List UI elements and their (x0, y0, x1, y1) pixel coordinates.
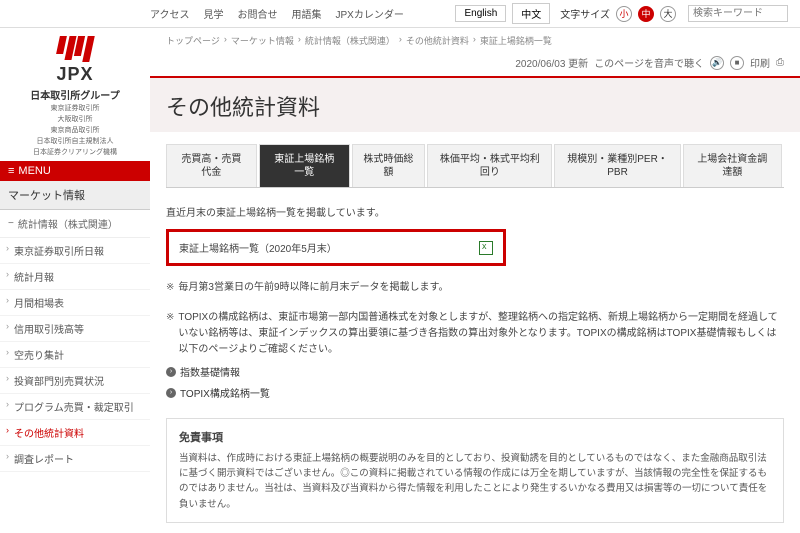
tab-0[interactable]: 売買高・売買代金 (166, 144, 257, 187)
minus-icon: − (8, 218, 14, 229)
sidebar-item-3[interactable]: 信用取引残高等 (0, 316, 150, 342)
search-input[interactable] (688, 5, 788, 22)
breadcrumb-sep: › (473, 34, 476, 47)
nav-access[interactable]: アクセス (150, 6, 190, 21)
lang-chinese-button[interactable]: 中文 (512, 3, 550, 24)
download-box[interactable]: 東証上場銘柄一覧（2020年5月末） (166, 229, 506, 266)
tabs: 売買高・売買代金東証上場銘柄一覧株式時価総額株価平均・株式平均利回り規模別・業種… (166, 144, 784, 188)
note-1: ※毎月第3営業日の午前9時以降に前月末データを掲載します。 (166, 280, 784, 296)
breadcrumb: トップページ › マーケット情報 › 統計情報（株式関連） › その他統計資料 › 東証上場銘柄… (150, 28, 800, 53)
note-1-text: 毎月第3営業日の午前9時以降に前月末データを掲載します。 (178, 280, 448, 296)
sidebar-item-1[interactable]: 統計月報 (0, 264, 150, 290)
sidebar-item-6[interactable]: プログラム売買・裁定取引 (0, 394, 150, 420)
sidebar-item-7[interactable]: その他統計資料 (0, 420, 150, 446)
tab-4[interactable]: 規模別・業種別PER・PBR (554, 144, 680, 187)
page-title: その他統計資料 (166, 90, 784, 122)
download-label: 東証上場銘柄一覧（2020年5月末） (179, 240, 337, 255)
top-nav-right: English 中文 文字サイズ 小 中 大 (455, 3, 788, 24)
excel-icon (479, 241, 493, 255)
font-size-small[interactable]: 小 (616, 6, 632, 22)
nav-glossary[interactable]: 用語集 (292, 6, 322, 21)
nav-calendar[interactable]: JPXカレンダー (336, 6, 404, 21)
top-nav-links: アクセス 見学 お問合せ 用語集 JPXカレンダー (150, 6, 404, 21)
print-link[interactable]: 印刷 (750, 55, 770, 70)
breadcrumb-item[interactable]: マーケット情報 (231, 34, 294, 47)
updated-date: 2020/06/03 更新 (515, 55, 588, 70)
font-size-large[interactable]: 大 (660, 6, 676, 22)
sidebar-item-5[interactable]: 投資部門別売買状況 (0, 368, 150, 394)
disclaimer-box: 免責事項 当資料は、作成時における東証上場銘柄の概要説明のみを目的としており、投… (166, 418, 784, 523)
title-band: その他統計資料 (150, 76, 800, 132)
print-icon[interactable]: ⎙ (776, 57, 784, 68)
link-2-label: TOPIX構成銘柄一覧 (180, 385, 270, 400)
logo[interactable]: JPX 日本取引所グループ 東京証券取引所 大阪取引所 東京商品取引所 日本取引… (0, 28, 150, 161)
link-topix-list[interactable]: › TOPIX構成銘柄一覧 (166, 385, 784, 400)
breadcrumb-sep: › (399, 34, 402, 47)
lang-english-button[interactable]: English (455, 5, 506, 22)
logo-mini2: 大阪取引所 (4, 115, 146, 124)
tab-2[interactable]: 株式時価総額 (352, 144, 426, 187)
breadcrumb-item[interactable]: トップページ (166, 34, 220, 47)
menu-category-label: 統計情報（株式関連） (18, 216, 118, 231)
sidebar-item-4[interactable]: 空売り集計 (0, 342, 150, 368)
sidebar-item-2[interactable]: 月間相場表 (0, 290, 150, 316)
tab-5[interactable]: 上場会社資金調達額 (683, 144, 782, 187)
arrow-circle-icon: › (166, 367, 176, 377)
menu-label: MENU (18, 165, 50, 177)
font-size-label: 文字サイズ (560, 6, 610, 21)
breadcrumb-item[interactable]: 東証上場銘柄一覧 (480, 34, 552, 47)
main: トップページ › マーケット情報 › 統計情報（株式関連） › その他統計資料 › 東証上場銘柄… (150, 28, 800, 533)
link-index-basic[interactable]: › 指数基礎情報 (166, 364, 784, 379)
intro-text: 直近月末の東証上場銘柄一覧を掲載しています。 (166, 204, 784, 219)
menu-toggle[interactable]: ≡ MENU (0, 161, 150, 181)
note-2-text: TOPIXの構成銘柄は、東証市場第一部内国普通株式を対象としますが、整理銘柄への… (178, 310, 784, 358)
sidebar-item-0[interactable]: 東京証券取引所日報 (0, 238, 150, 264)
content: 直近月末の東証上場銘柄一覧を掲載しています。 東証上場銘柄一覧（2020年5月末… (150, 188, 800, 533)
disclaimer-title: 免責事項 (179, 429, 771, 445)
breadcrumb-sep: › (224, 34, 227, 47)
logo-mini4: 日本取引所自主規制法人 (4, 137, 146, 146)
breadcrumb-sep: › (298, 34, 301, 47)
menu-category[interactable]: −統計情報（株式関連） (0, 210, 150, 238)
font-size-medium[interactable]: 中 (638, 6, 654, 22)
note-mark-icon: ※ (166, 310, 174, 358)
logo-text: JPX (4, 64, 146, 85)
sidebar-item-8[interactable]: 調査レポート (0, 446, 150, 472)
listen-link[interactable]: このページを音声で聴く (594, 55, 704, 70)
nav-tour[interactable]: 見学 (204, 6, 224, 21)
breadcrumb-item[interactable]: 統計情報（株式関連） (305, 34, 395, 47)
info-bar: 2020/06/03 更新 このページを音声で聴く 🔊 ■ 印刷 ⎙ (150, 53, 800, 76)
top-nav: アクセス 見学 お問合せ 用語集 JPXカレンダー English 中文 文字サ… (0, 0, 800, 28)
breadcrumb-item[interactable]: その他統計資料 (406, 34, 469, 47)
speaker-icon[interactable]: 🔊 (710, 56, 724, 70)
logo-mini3: 東京商品取引所 (4, 126, 146, 135)
hamburger-icon: ≡ (8, 165, 14, 177)
logo-mini1: 東京証券取引所 (4, 104, 146, 113)
menu-section[interactable]: マーケット情報 (0, 181, 150, 210)
note-2: ※TOPIXの構成銘柄は、東証市場第一部内国普通株式を対象としますが、整理銘柄へ… (166, 310, 784, 358)
nav-contact[interactable]: お問合せ (238, 6, 278, 21)
logo-icon (4, 36, 146, 62)
arrow-circle-icon: › (166, 388, 176, 398)
logo-mini5: 日本証券クリアリング機構 (4, 148, 146, 157)
tab-1[interactable]: 東証上場銘柄一覧 (259, 144, 350, 187)
tab-3[interactable]: 株価平均・株式平均利回り (427, 144, 552, 187)
stop-icon[interactable]: ■ (730, 56, 744, 70)
link-1-label: 指数基礎情報 (180, 364, 240, 379)
note-mark-icon: ※ (166, 280, 174, 296)
logo-subtitle: 日本取引所グループ (4, 87, 146, 102)
disclaimer-body: 当資料は、作成時における東証上場銘柄の概要説明のみを目的としており、投資勧誘を目… (179, 451, 771, 512)
sidebar: JPX 日本取引所グループ 東京証券取引所 大阪取引所 東京商品取引所 日本取引… (0, 28, 150, 533)
